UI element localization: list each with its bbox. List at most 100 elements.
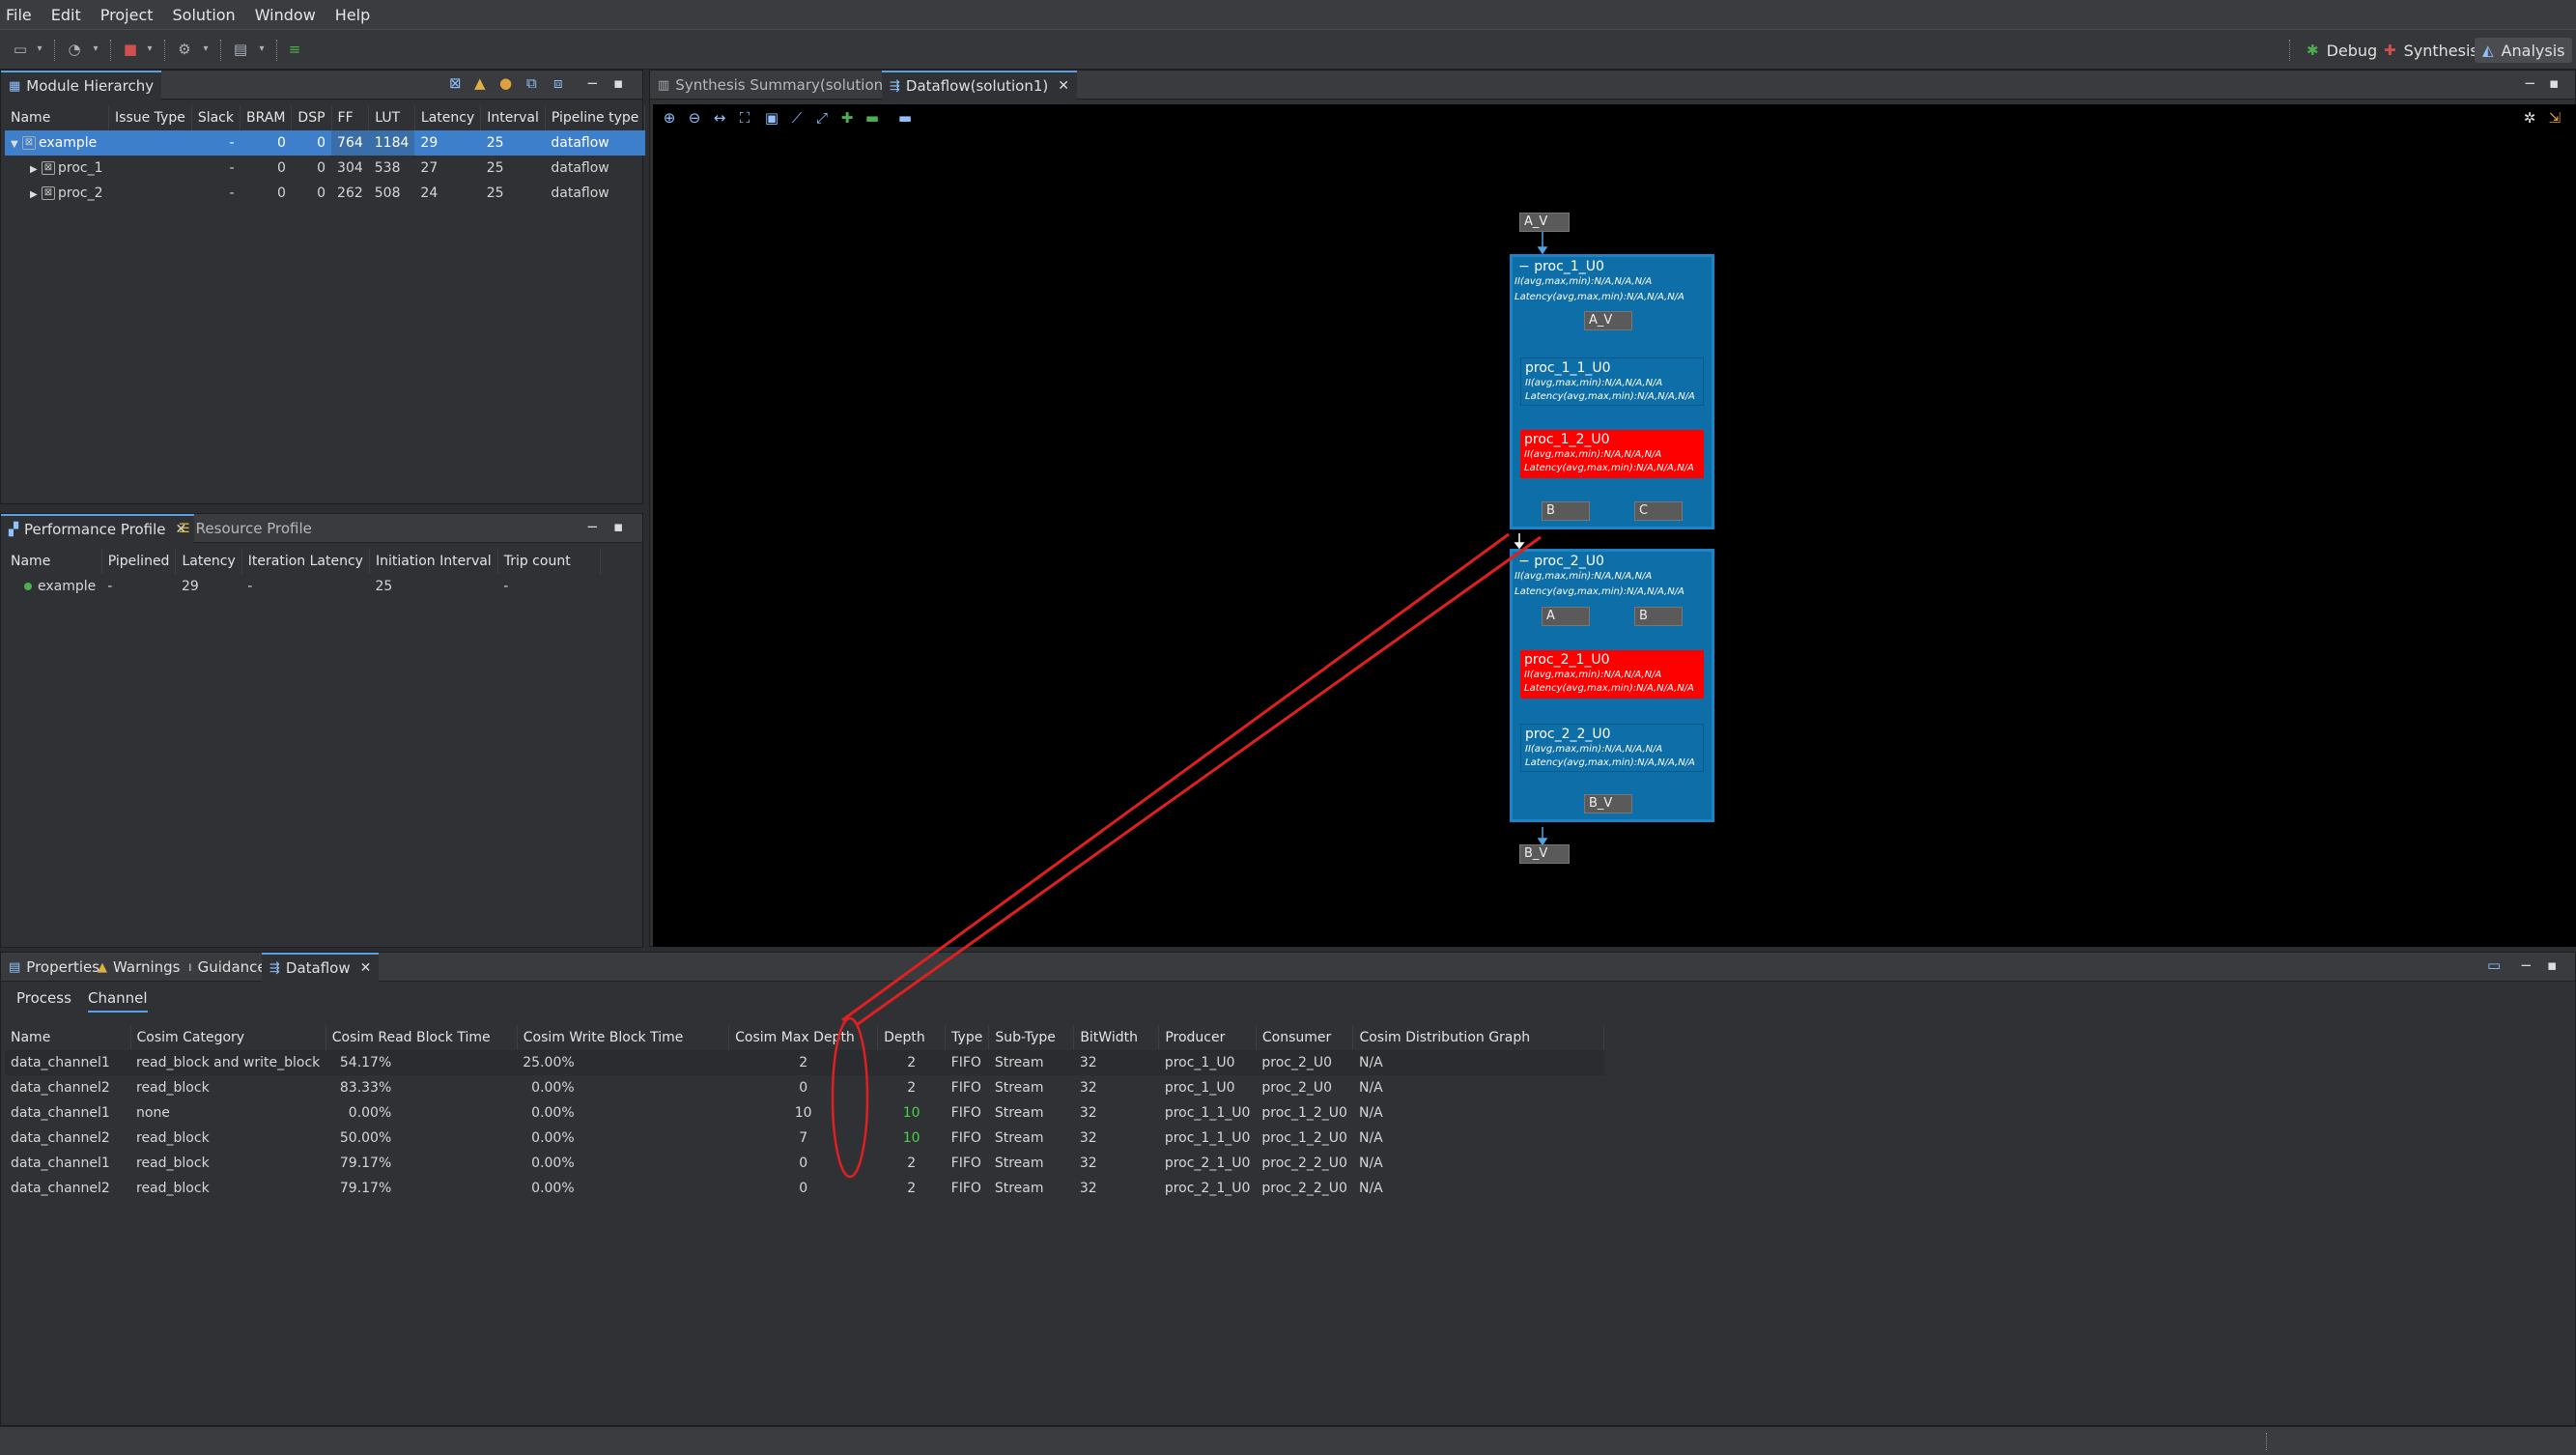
subtab-process[interactable]: Process <box>16 989 71 1007</box>
col-pipeline-type[interactable]: Pipeline type <box>545 105 646 130</box>
dataflow-canvas[interactable]: ⊕ ⊖ ↔ ⛶ ▣ ⟋ ⤢ ✚ ▬ ▬ ✲ ⇲ A_V B_V − proc_1… <box>653 104 2576 947</box>
maximize-icon[interactable]: ▪ <box>613 74 623 92</box>
col-ff[interactable]: FF <box>331 105 370 130</box>
table-row[interactable]: data_channel2 read_block 83.33% 0.00% 0 2 FIFO… <box>5 1075 1604 1100</box>
chevron-down-icon[interactable]: ▾ <box>31 42 48 57</box>
chevron-down-icon[interactable]: ▾ <box>253 42 270 57</box>
export-icon[interactable]: ▤ <box>232 42 249 57</box>
col-interval[interactable]: Interval <box>480 105 546 130</box>
col-cosim-max-depth[interactable]: Cosim Max Depth <box>728 1025 879 1050</box>
warning-icon[interactable]: ▲ <box>474 74 486 92</box>
synthesis-run-icon[interactable]: ⚙ <box>176 42 193 57</box>
col-type[interactable]: Type <box>945 1025 990 1050</box>
perspective-synthesis[interactable]: ✚ Synthesis <box>2376 38 2486 63</box>
tab-warnings[interactable]: ▲ Warnings <box>90 953 188 982</box>
col-latency[interactable]: Latency <box>175 549 242 574</box>
tab-synthesis-summary[interactable]: ▥ Synthesis Summary(solution1) <box>650 71 906 100</box>
minimize-icon[interactable]: − <box>2524 74 2536 92</box>
table-row[interactable]: ▶ ⊠ proc_1 - 0 0 304 538 27 25 dataflow <box>5 156 645 181</box>
minimize-icon[interactable]: − <box>586 518 599 535</box>
port-b-v-inner[interactable]: B_V <box>1584 794 1632 813</box>
subtab-channel[interactable]: Channel <box>88 989 148 1013</box>
perspective-debug[interactable]: ✱ Debug <box>2299 38 2385 63</box>
maximize-icon[interactable]: ▪ <box>2547 956 2557 974</box>
module-icon[interactable]: ⊠ <box>449 74 462 92</box>
maximize-icon[interactable]: ▪ <box>613 518 623 535</box>
col-name[interactable]: Name <box>5 1025 131 1050</box>
chevron-down-icon[interactable]: ▾ <box>87 42 104 57</box>
process-node-proc-2-1[interactable]: proc_2_1_U0 II(avg,max,min):N/A,N/A,N/A … <box>1520 650 1704 699</box>
tab-guidance[interactable]: ı Guidance <box>181 953 274 982</box>
col-trip-count[interactable]: Trip count <box>497 549 601 574</box>
minimize-icon[interactable]: − <box>586 74 599 92</box>
port-a[interactable]: A <box>1542 607 1590 626</box>
process-node-proc-1-1[interactable]: proc_1_1_U0 II(avg,max,min):N/A,N/A,N/A … <box>1520 357 1704 406</box>
minimize-icon[interactable]: − <box>2520 956 2533 974</box>
expand-arrow-icon[interactable]: ▶ <box>30 164 42 175</box>
collapse-all-icon[interactable]: ⧈ <box>553 74 563 92</box>
col-cosim-category[interactable]: Cosim Category <box>130 1025 326 1050</box>
stop-icon[interactable]: ■ <box>122 42 139 57</box>
tab-module-hierarchy[interactable]: ▦ Module Hierarchy <box>1 71 162 100</box>
open-folder-icon[interactable]: ▭ <box>12 42 29 57</box>
col-name[interactable]: Name <box>5 105 110 130</box>
close-icon[interactable]: ✕ <box>360 960 372 976</box>
col-slack[interactable]: Slack <box>191 105 241 130</box>
process-node-proc-2[interactable]: − proc_2_U0 II(avg,max,min):N/A,N/A,N/A … <box>1510 549 1714 822</box>
maximize-icon[interactable]: ▪ <box>2549 74 2559 92</box>
tab-dataflow[interactable]: ⇶ Dataflow ✕ <box>262 953 380 982</box>
col-cosim-write-block-time[interactable]: Cosim Write Block Time <box>517 1025 730 1050</box>
process-node-proc-1[interactable]: − proc_1_U0 II(avg,max,min):N/A,N/A,N/A … <box>1510 254 1714 529</box>
table-row[interactable]: data_channel1 read_block 79.17% 0.00% 0 2 FIFO… <box>5 1151 1604 1176</box>
col-sub-type[interactable]: Sub-Type <box>988 1025 1075 1050</box>
chevron-down-icon[interactable]: ▾ <box>197 42 214 57</box>
menu-help[interactable]: Help <box>335 6 370 24</box>
expand-arrow-icon[interactable]: ▶ <box>30 189 42 200</box>
table-row[interactable]: example - 29 - 25 - <box>5 574 600 599</box>
collapse-icon[interactable]: − <box>1518 554 1534 569</box>
table-row[interactable]: ▼ ⊠ example - 0 0 764 1184 29 25 dataflow <box>5 130 645 156</box>
col-iteration-latency[interactable]: Iteration Latency <box>241 549 370 574</box>
menu-project[interactable]: Project <box>100 6 154 24</box>
filter-icon[interactable]: ● <box>499 74 512 92</box>
col-lut[interactable]: LUT <box>368 105 415 130</box>
col-bram[interactable]: BRAM <box>240 105 293 130</box>
menu-window[interactable]: Window <box>255 6 316 24</box>
col-latency[interactable]: Latency <box>414 105 482 130</box>
table-row[interactable]: data_channel1 none 0.00% 0.00% 10 10 FIFO Strea… <box>5 1100 1604 1126</box>
col-consumer[interactable]: Consumer <box>1256 1025 1354 1050</box>
run-c-simulation-icon[interactable]: ◔ <box>66 42 83 57</box>
menu-file[interactable]: File <box>6 6 32 24</box>
tab-resource-profile[interactable]: ☰ Resource Profile <box>171 514 320 543</box>
col-initiation-interval[interactable]: Initiation Interval <box>369 549 498 574</box>
col-producer[interactable]: Producer <box>1158 1025 1257 1050</box>
menu-solution[interactable]: Solution <box>173 6 236 24</box>
port-b-v[interactable]: B_V <box>1519 844 1570 864</box>
port-a-v-inner[interactable]: A_V <box>1584 311 1632 330</box>
col-issue-type[interactable]: Issue Type <box>108 105 192 130</box>
tab-performance-profile[interactable]: ▞ Performance Profile ✕ <box>1 514 195 543</box>
port-c[interactable]: C <box>1634 501 1683 521</box>
process-node-proc-1-2[interactable]: proc_1_2_U0 II(avg,max,min):N/A,N/A,N/A … <box>1520 430 1704 478</box>
col-depth[interactable]: Depth <box>877 1025 947 1050</box>
collapse-arrow-icon[interactable]: ▼ <box>11 139 22 150</box>
close-icon[interactable]: ✕ <box>1058 78 1069 94</box>
col-dsp[interactable]: DSP <box>291 105 332 130</box>
view-menu-icon[interactable]: ▭ <box>2487 956 2501 974</box>
table-row[interactable]: data_channel1 read_block and write_block 5… <box>5 1050 1604 1075</box>
expand-all-icon[interactable]: ⧉ <box>526 74 537 92</box>
col-cosim-read-block-time[interactable]: Cosim Read Block Time <box>326 1025 518 1050</box>
col-bitwidth[interactable]: BitWidth <box>1073 1025 1160 1050</box>
col-cosim-distribution-graph[interactable]: Cosim Distribution Graph <box>1352 1025 1605 1050</box>
port-b-in[interactable]: B <box>1634 607 1683 626</box>
port-a-v[interactable]: A_V <box>1519 213 1570 232</box>
col-pipelined[interactable]: Pipelined <box>101 549 177 574</box>
tab-dataflow-view[interactable]: ⇶ Dataflow(solution1) ✕ <box>882 71 1077 100</box>
table-row[interactable]: data_channel2 read_block 50.00% 0.00% 7 10 FIF… <box>5 1126 1604 1151</box>
collapse-icon[interactable]: − <box>1518 259 1534 274</box>
port-b[interactable]: B <box>1542 501 1590 521</box>
col-name[interactable]: Name <box>5 549 102 574</box>
process-node-proc-2-2[interactable]: proc_2_2_U0 II(avg,max,min):N/A,N/A,N/A … <box>1520 724 1704 772</box>
perspective-analysis[interactable]: ◭ Analysis <box>2475 38 2573 63</box>
table-row[interactable]: data_channel2 read_block 79.17% 0.00% 0 2 FIFO… <box>5 1176 1604 1201</box>
